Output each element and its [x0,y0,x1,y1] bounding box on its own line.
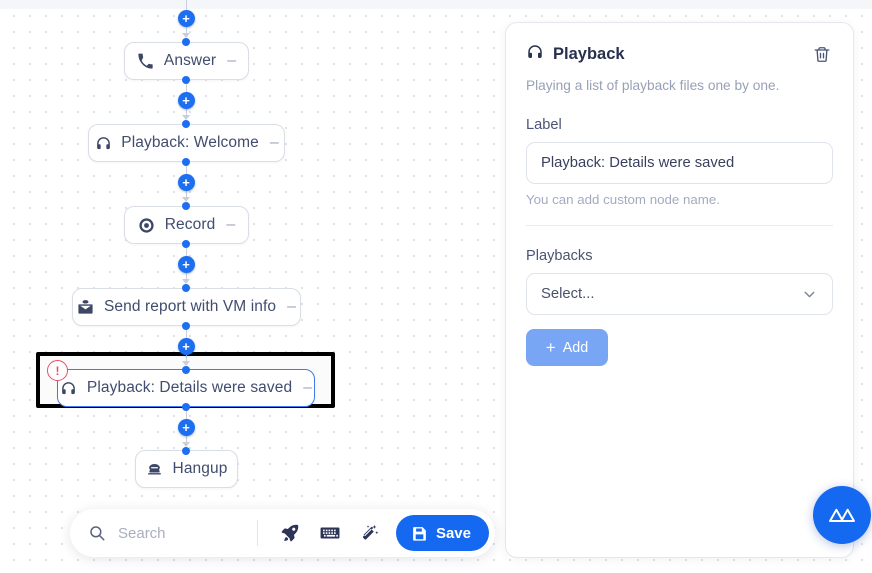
add-node-button[interactable]: + [177,92,195,109]
flow-node-label: Answer [163,52,217,69]
node-port-out[interactable] [182,158,190,166]
search-field[interactable]: Search [88,524,257,542]
node-port-out[interactable] [182,403,190,411]
panel-title: Playback [553,45,625,63]
add-node-button[interactable]: + [177,174,195,191]
rocket-icon[interactable] [270,513,310,553]
panel-description: Playing a list of playback files one by … [526,78,780,93]
bottom-toolbar: Search Save [70,509,495,557]
panel-title-wrap: Playback [526,43,625,66]
flow-node-label: Playback: Details were saved [86,379,293,396]
add-playback-button[interactable]: + Add [526,329,608,367]
magic-wand-icon[interactable] [350,513,390,553]
phone-handset-icon [137,52,155,70]
headphones-icon [94,134,112,152]
trash-icon[interactable] [811,44,833,66]
collapse-indicator[interactable]: – [270,135,279,151]
flow-node-label: Playback: Welcome [121,134,259,151]
collapse-indicator[interactable]: – [287,299,296,315]
floppy-disk-save-icon [411,525,428,542]
node-port-in[interactable] [182,38,190,46]
brand-logo-icon [827,504,857,526]
toolbar-divider [256,520,258,546]
node-port-in[interactable] [182,202,190,210]
node-properties-panel: Playback Playing a list of playback file… [505,22,854,558]
label-field-hint: You can add custom node name. [526,192,720,208]
node-port-out[interactable] [182,240,190,248]
search-icon [88,524,106,542]
plus-icon: + [545,338,556,358]
telephone-icon [146,460,164,478]
node-warning-icon[interactable]: ! [47,360,68,381]
save-button[interactable]: Save [395,515,489,551]
bottom-strip [0,567,872,573]
keyboard-icon[interactable] [310,513,350,553]
flow-graph: + Answer – + Playback: Welcome – + Recor… [0,0,505,573]
flow-node-answer[interactable]: Answer – [124,42,249,80]
save-button-label: Save [435,524,471,542]
collapse-indicator[interactable]: – [226,217,235,233]
panel-divider [526,225,833,227]
collapse-indicator[interactable]: – [303,380,312,396]
panel-header: Playback [526,43,833,66]
node-port-in[interactable] [182,284,190,292]
mail-envelope-icon [77,298,95,316]
flow-node-send-report[interactable]: Send report with VM info – [72,288,301,326]
playbacks-field-label: Playbacks [526,248,593,265]
add-node-button[interactable]: + [177,256,195,273]
search-placeholder: Search [118,524,166,542]
node-port-in[interactable] [182,120,190,128]
node-port-in[interactable] [182,447,190,455]
flow-node-playback-details-saved[interactable]: Playback: Details were saved – [57,369,315,407]
headphones-icon [526,43,544,66]
chevron-down-icon [801,286,818,303]
node-port-in[interactable] [182,366,190,374]
flow-node-playback-welcome[interactable]: Playback: Welcome – [88,124,285,162]
label-input[interactable]: Playback: Details were saved [526,142,833,185]
playbacks-select-value: Select... [541,286,595,303]
headphones-icon [60,379,78,397]
add-node-button[interactable]: + [177,10,195,27]
record-icon [138,216,156,234]
flow-node-label: Hangup [172,460,228,477]
playbacks-select[interactable]: Select... [526,273,833,316]
flow-node-label: Send report with VM info [103,298,277,315]
node-port-out[interactable] [182,76,190,84]
add-playback-button-label: Add [562,339,589,356]
flow-node-hangup[interactable]: Hangup [135,450,238,488]
flow-node-label: Record [164,216,216,233]
collapse-indicator[interactable]: – [227,53,236,69]
label-field-label: Label [526,117,562,134]
brand-fab-button[interactable] [813,486,871,544]
node-port-out[interactable] [182,322,190,330]
flow-node-record[interactable]: Record – [124,206,249,244]
add-node-button[interactable]: + [177,338,195,355]
add-node-button[interactable]: + [177,419,195,436]
